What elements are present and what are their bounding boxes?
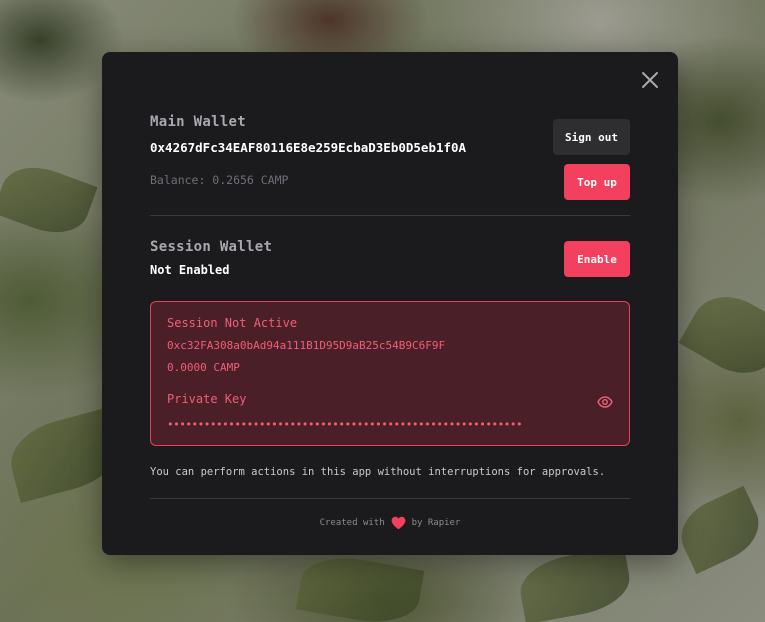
wallet-modal: Main Wallet 0x4267dFc34EAF80116E8e259Ecb… (102, 52, 678, 555)
eye-icon (597, 396, 613, 408)
session-wallet-title: Session Wallet (150, 239, 273, 255)
session-wallet-section: Session Wallet Not Enabled Enable (150, 239, 630, 289)
main-wallet-balance: Balance: 0.2656 CAMP (150, 173, 289, 187)
session-balance: 0.0000 CAMP (167, 361, 240, 374)
session-info-box: Session Not Active 0xc32FA308a0bAd94a111… (150, 301, 630, 446)
divider (150, 215, 630, 216)
divider (150, 498, 630, 499)
session-wallet-status: Not Enabled (150, 263, 230, 277)
heart-icon (391, 516, 406, 530)
private-key-label: Private Key (167, 392, 247, 406)
info-text: You can perform actions in this app with… (150, 466, 606, 478)
top-up-button[interactable]: Top up (564, 164, 630, 200)
footer-by: by Rapier (411, 518, 461, 528)
close-button[interactable] (640, 70, 660, 90)
session-address: 0xc32FA308a0bAd94a111B1D95D9aB25c54B9C6F… (167, 339, 446, 352)
footer: Created with by Rapier (150, 516, 630, 530)
toggle-key-visibility-button[interactable] (597, 394, 613, 410)
session-status-title: Session Not Active (167, 316, 298, 330)
private-key-masked: ••••••••••••••••••••••••••••••••••••••••… (167, 418, 523, 431)
footer-created-with: Created with (319, 518, 385, 528)
main-wallet-section: Main Wallet 0x4267dFc34EAF80116E8e259Ecb… (150, 114, 630, 216)
close-icon (642, 72, 658, 88)
enable-button[interactable]: Enable (564, 241, 630, 277)
sign-out-button[interactable]: Sign out (553, 119, 630, 155)
